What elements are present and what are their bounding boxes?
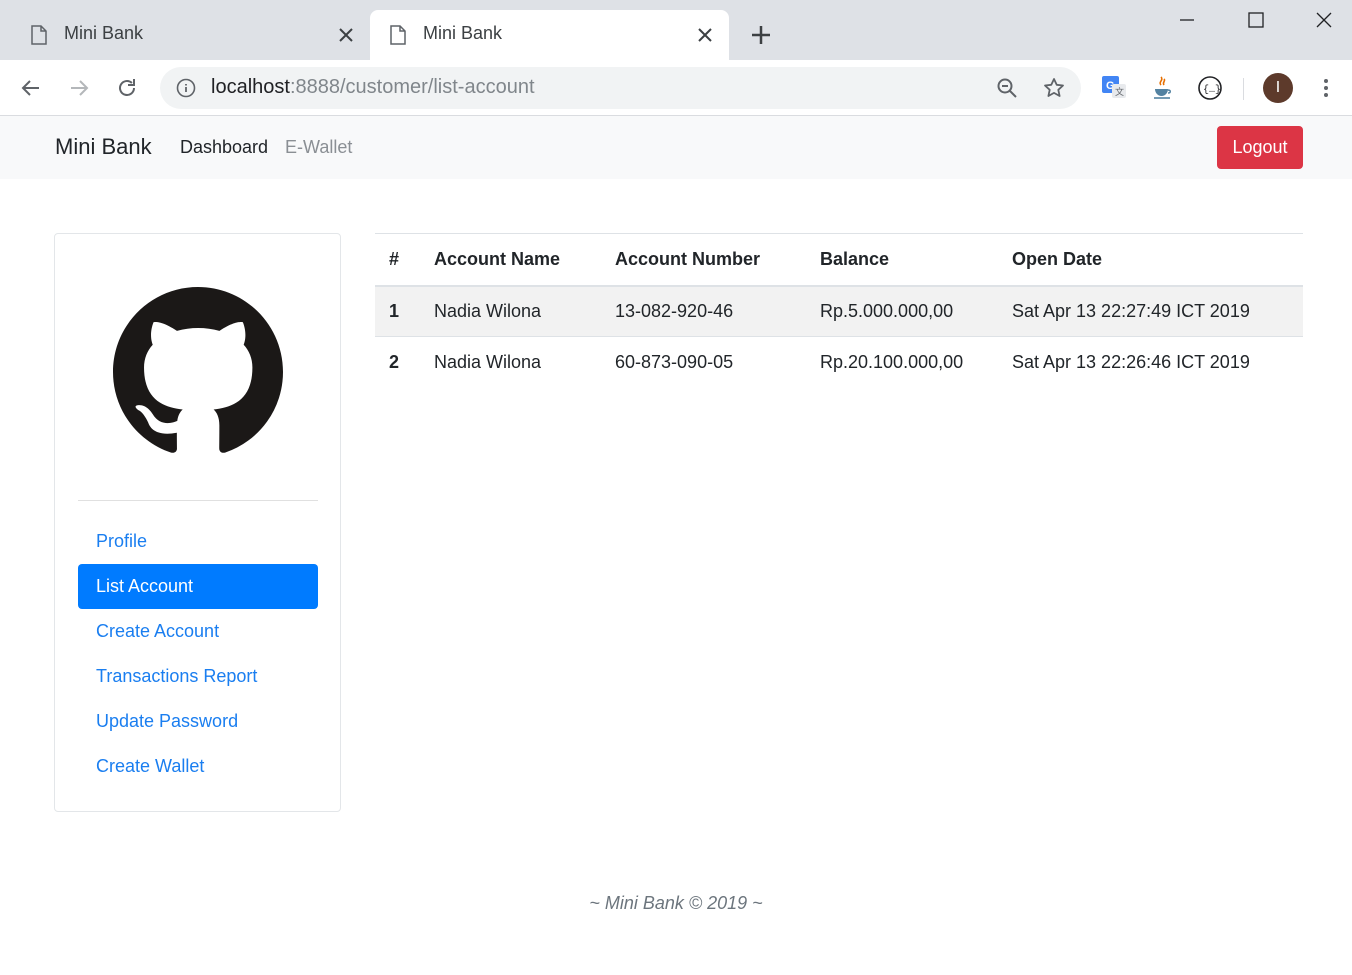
svg-text:文: 文 bbox=[1115, 86, 1124, 97]
sidebar-item-profile[interactable]: Profile bbox=[78, 519, 318, 564]
nav-link-e-wallet[interactable]: E-Wallet bbox=[285, 137, 352, 158]
sidebar-item-transactions-report[interactable]: Transactions Report bbox=[78, 654, 318, 699]
new-tab-plus-icon[interactable] bbox=[749, 23, 773, 47]
bookmark-star-icon[interactable] bbox=[1042, 76, 1066, 100]
row-number: 2 bbox=[375, 336, 434, 388]
svg-text:{…}: {…} bbox=[1203, 84, 1221, 96]
table-header-row: # Account Name Account Number Balance Op… bbox=[375, 233, 1303, 287]
account-open-date: Sat Apr 13 22:26:46 ICT 2019 bbox=[1012, 336, 1303, 388]
top-navbar: Mini Bank Dashboard E-Wallet Logout bbox=[0, 116, 1352, 179]
table-row: 2 Nadia Wilona 60-873-090-05 Rp.20.100.0… bbox=[375, 336, 1303, 388]
profile-avatar[interactable]: I bbox=[1263, 73, 1293, 103]
tab-title: Mini Bank bbox=[423, 23, 503, 43]
page-icon bbox=[390, 25, 406, 45]
github-logo-icon bbox=[113, 287, 283, 453]
sidebar-divider bbox=[78, 500, 318, 501]
page-footer: ~ Mini Bank © 2019 ~ bbox=[589, 893, 763, 913]
json-viewer-icon[interactable]: {…} bbox=[1196, 74, 1224, 102]
account-number: 60-873-090-05 bbox=[615, 336, 820, 388]
page-icon bbox=[31, 25, 47, 45]
close-tab-icon[interactable] bbox=[336, 25, 356, 45]
account-open-date: Sat Apr 13 22:27:49 ICT 2019 bbox=[1012, 285, 1303, 337]
kebab-menu-icon[interactable] bbox=[1316, 76, 1336, 100]
account-balance: Rp.5.000.000,00 bbox=[820, 285, 1012, 337]
back-arrow-icon[interactable] bbox=[19, 76, 43, 100]
row-number: 1 bbox=[375, 285, 434, 337]
table-row: 1 Nadia Wilona 13-082-920-46 Rp.5.000.00… bbox=[375, 285, 1303, 337]
maximize-icon[interactable] bbox=[1244, 8, 1268, 32]
account-number: 13-082-920-46 bbox=[615, 285, 820, 337]
toolbar-separator bbox=[1243, 78, 1244, 100]
column-header-open-date: Open Date bbox=[1012, 233, 1303, 287]
url-text[interactable]: localhost:8888/customer/list-account bbox=[211, 76, 535, 99]
nav-link-dashboard[interactable]: Dashboard bbox=[180, 137, 268, 158]
info-icon[interactable] bbox=[176, 78, 196, 98]
column-header-account-name: Account Name bbox=[434, 233, 615, 287]
browser-tab-2[interactable]: Mini Bank bbox=[370, 10, 729, 60]
column-header-balance: Balance bbox=[820, 233, 1012, 287]
minimize-icon[interactable] bbox=[1175, 8, 1199, 32]
accounts-table: # Account Name Account Number Balance Op… bbox=[375, 233, 1303, 388]
zoom-out-icon[interactable] bbox=[996, 77, 1018, 99]
java-icon[interactable] bbox=[1148, 74, 1176, 102]
close-tab-icon[interactable] bbox=[695, 25, 715, 45]
tab-title: Mini Bank bbox=[64, 23, 144, 43]
reload-icon[interactable] bbox=[115, 76, 139, 100]
browser-tab-1[interactable]: Mini Bank bbox=[11, 10, 370, 60]
account-balance: Rp.20.100.000,00 bbox=[820, 336, 1012, 388]
sidebar-item-create-account[interactable]: Create Account bbox=[78, 609, 318, 654]
logout-button[interactable]: Logout bbox=[1217, 126, 1303, 169]
navbar-brand[interactable]: Mini Bank bbox=[55, 134, 152, 160]
browser-toolbar: localhost:8888/customer/list-account G文 … bbox=[0, 60, 1352, 116]
sidebar-menu: Profile List Account Create Account Tran… bbox=[78, 519, 318, 789]
accounts-table-container: # Account Name Account Number Balance Op… bbox=[375, 233, 1303, 388]
forward-arrow-icon[interactable] bbox=[67, 76, 91, 100]
sidebar-item-create-wallet[interactable]: Create Wallet bbox=[78, 744, 318, 789]
sidebar-card: Profile List Account Create Account Tran… bbox=[54, 233, 341, 812]
browser-tab-strip: Mini Bank Mini Bank bbox=[0, 0, 1352, 60]
column-header-account-number: Account Number bbox=[615, 233, 820, 287]
column-header-number: # bbox=[375, 233, 434, 287]
sidebar-item-update-password[interactable]: Update Password bbox=[78, 699, 318, 744]
close-window-icon[interactable] bbox=[1312, 8, 1336, 32]
account-name: Nadia Wilona bbox=[434, 285, 615, 337]
sidebar-item-list-account[interactable]: List Account bbox=[78, 564, 318, 609]
address-bar[interactable]: localhost:8888/customer/list-account bbox=[160, 67, 1081, 109]
google-translate-icon[interactable]: G文 bbox=[1100, 74, 1128, 102]
account-name: Nadia Wilona bbox=[434, 336, 615, 388]
